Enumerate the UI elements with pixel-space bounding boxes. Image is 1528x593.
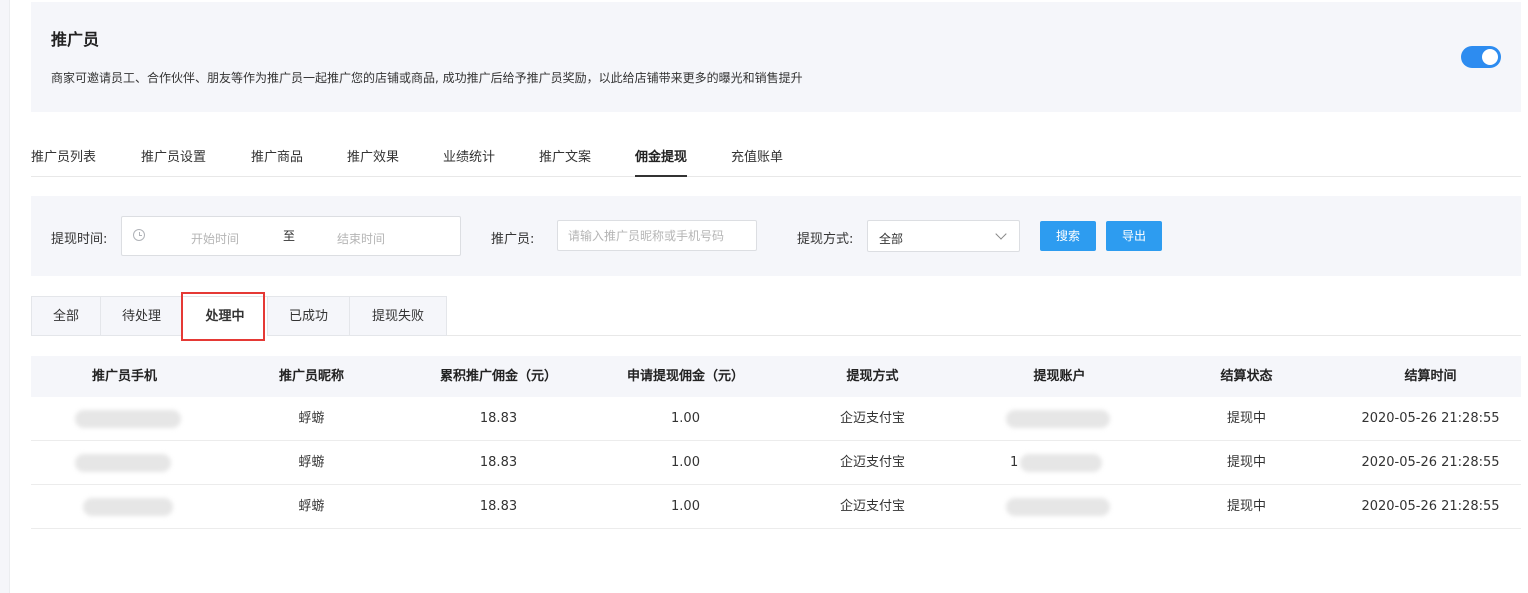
status-tab-pending[interactable]: 待处理 <box>100 296 183 336</box>
promoter-description: 商家可邀请员工、合作伙伴、朋友等作为推广员一起推广您的店铺或商品, 成功推广后给… <box>51 71 803 85</box>
cell-total-commission: 18.83 <box>479 455 518 470</box>
cell-time: 2020-05-26 21:28:55 <box>1361 499 1500 514</box>
cell-status: 提现中 <box>1226 455 1266 470</box>
filter-panel: 提现时间: 开始时间 至 结束时间 推广员: 提现方式: 全部 搜索 导出 <box>31 196 1521 276</box>
cell-total-commission: 18.83 <box>479 499 518 514</box>
col-header-method: 提现方式 <box>846 369 899 384</box>
cell-requested: 1.00 <box>671 499 700 514</box>
withdrawal-table: 推广员手机 推广员昵称 累积推广佣金（元） 申请提现佣金（元） 提现方式 提现账… <box>31 356 1521 529</box>
cell-method: 企迈支付宝 <box>839 455 905 470</box>
redacted-blur <box>75 410 181 428</box>
date-separator: 至 <box>283 229 296 243</box>
cell-phone <box>31 485 218 529</box>
export-button[interactable]: 导出 <box>1106 221 1162 251</box>
status-tab-succeeded[interactable]: 已成功 <box>267 296 350 336</box>
tab-promoted-products[interactable]: 推广商品 <box>251 146 303 165</box>
toggle-knob <box>1482 49 1498 65</box>
table-header: 推广员手机 推广员昵称 累积推广佣金（元） 申请提现佣金（元） 提现方式 提现账… <box>31 356 1521 397</box>
cell-time: 2020-05-26 21:28:55 <box>1361 455 1500 470</box>
select-value: 全部 <box>879 232 904 246</box>
cell-phone <box>31 397 218 441</box>
table-row: 蜉蝣 18.83 1.00 企迈支付宝 提现中 2020-05-26 21:28… <box>31 397 1521 441</box>
cell-method: 企迈支付宝 <box>839 411 905 426</box>
cell-requested: 1.00 <box>671 455 700 470</box>
chevron-down-icon <box>995 228 1007 240</box>
tab-promotion-copy[interactable]: 推广文案 <box>539 146 591 165</box>
page-title: 推广员 <box>51 30 100 49</box>
redacted-blur <box>83 498 173 516</box>
col-header-nickname: 推广员昵称 <box>278 369 344 384</box>
status-tab-processing[interactable]: 处理中 <box>182 296 268 336</box>
col-header-total-commission: 累积推广佣金（元） <box>439 369 557 384</box>
col-header-requested: 申请提现佣金（元） <box>626 369 744 384</box>
tab-promoter-settings[interactable]: 推广员设置 <box>141 146 206 165</box>
cell-status: 提现中 <box>1226 411 1266 426</box>
redacted-blur <box>75 454 171 472</box>
cell-account <box>966 485 1153 529</box>
cell-method: 企迈支付宝 <box>839 499 905 514</box>
clock-icon <box>133 229 145 241</box>
left-sidebar-edge <box>0 0 10 593</box>
cell-account <box>966 397 1153 441</box>
promoter-label: 推广员: <box>491 232 535 247</box>
col-header-account: 提现账户 <box>1033 369 1086 384</box>
cell-nickname: 蜉蝣 <box>298 411 325 426</box>
tab-promoter-list[interactable]: 推广员列表 <box>31 146 96 165</box>
cell-requested: 1.00 <box>671 411 700 426</box>
promoter-search-input[interactable] <box>557 220 757 251</box>
tab-commission-withdrawal[interactable]: 佣金提现 <box>635 146 688 177</box>
redacted-blur <box>1020 454 1102 472</box>
withdraw-method-select[interactable]: 全部 <box>867 220 1020 252</box>
status-tab-failed[interactable]: 提现失败 <box>349 296 447 336</box>
cell-nickname: 蜉蝣 <box>298 499 325 514</box>
withdraw-method-label: 提现方式: <box>797 232 854 247</box>
cell-total-commission: 18.83 <box>479 411 518 426</box>
status-tabs: 全部 待处理 处理中 已成功 提现失败 <box>31 296 1521 336</box>
search-button[interactable]: 搜索 <box>1040 221 1096 251</box>
redacted-blur <box>1006 410 1110 428</box>
col-header-status: 结算状态 <box>1220 369 1273 384</box>
tab-recharge-bill[interactable]: 充值账单 <box>731 146 783 165</box>
tab-performance-stats[interactable]: 业绩统计 <box>443 146 495 165</box>
col-header-phone: 推广员手机 <box>91 369 157 384</box>
end-date-input[interactable]: 结束时间 <box>337 230 385 247</box>
tab-promotion-effect[interactable]: 推广效果 <box>347 146 399 165</box>
cell-time: 2020-05-26 21:28:55 <box>1361 411 1500 426</box>
cell-phone <box>31 441 218 485</box>
table-row: 蜉蝣 18.83 1.00 企迈支付宝 1 提现中 2020-05-26 21:… <box>31 441 1521 485</box>
main-tabs: 推广员列表 推广员设置 推广商品 推广效果 业绩统计 推广文案 佣金提现 充值账… <box>31 136 1521 177</box>
table-row: 蜉蝣 18.83 1.00 企迈支付宝 提现中 2020-05-26 21:28… <box>31 485 1521 529</box>
promoter-intro-panel: 推广员 商家可邀请员工、合作伙伴、朋友等作为推广员一起推广您的店铺或商品, 成功… <box>31 2 1521 112</box>
status-tab-all[interactable]: 全部 <box>31 296 101 336</box>
promoter-enable-toggle[interactable] <box>1461 46 1501 68</box>
cell-status: 提现中 <box>1226 499 1266 514</box>
withdraw-time-label: 提现时间: <box>51 232 108 247</box>
cell-account: 1 <box>966 441 1153 485</box>
cell-nickname: 蜉蝣 <box>298 455 325 470</box>
start-date-input[interactable]: 开始时间 <box>191 230 239 247</box>
date-range-picker[interactable]: 开始时间 至 结束时间 <box>121 216 461 256</box>
col-header-time: 结算时间 <box>1404 369 1457 384</box>
redacted-blur <box>1006 498 1110 516</box>
